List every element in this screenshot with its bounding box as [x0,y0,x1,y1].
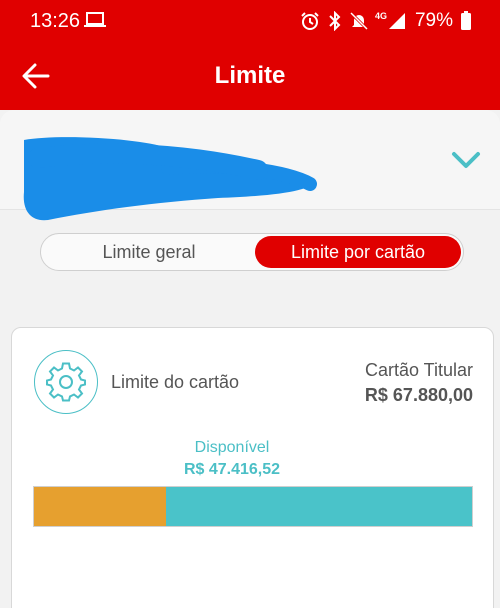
account-name-redacted [23,137,317,221]
chevron-down-icon[interactable] [450,148,482,172]
tab-limite-geral[interactable]: Limite geral [43,236,255,268]
available-limit: Disponível R$ 47.416,52 [162,439,302,479]
limit-type-toggle: Limite geral Limite por cartão [40,233,464,271]
gear-icon [46,362,86,402]
status-time: 13:26 [30,10,81,32]
page-title: Limite [214,62,286,89]
app-bar: Limite [0,42,500,110]
muted-bell-icon [349,11,368,31]
battery-percentage: 79% [414,10,453,31]
card-holder-type: Cartão Titular [364,360,473,380]
signal-icon [388,13,405,29]
tab-limite-por-cartao[interactable]: Limite por cartão [255,236,461,268]
network-type: 4G [374,11,387,21]
battery-icon [461,11,471,30]
status-bar: 13:26 4G 79% [0,0,500,42]
limit-used-segment [34,487,167,526]
bluetooth-icon [329,11,341,31]
alarm-icon [301,12,319,30]
laptop-icon [84,12,106,27]
account-selector[interactable] [0,110,500,221]
available-value: R$ 47.416,52 [183,461,281,478]
card-holder-info: Cartão Titular R$ 67.880,00 [365,360,473,406]
card-total-limit: R$ 67.880,00 [364,385,473,405]
gear-icon-container [34,350,98,414]
limit-usage-bar [33,486,473,527]
card-limit-label: Limite do cartão [111,372,240,392]
available-label: Disponível [194,439,270,456]
content-sheet: Limite geral Limite por cartão Limite do… [0,110,500,608]
card-limit-panel: Limite do cartão Cartão Titular R$ 67.88… [11,327,494,608]
